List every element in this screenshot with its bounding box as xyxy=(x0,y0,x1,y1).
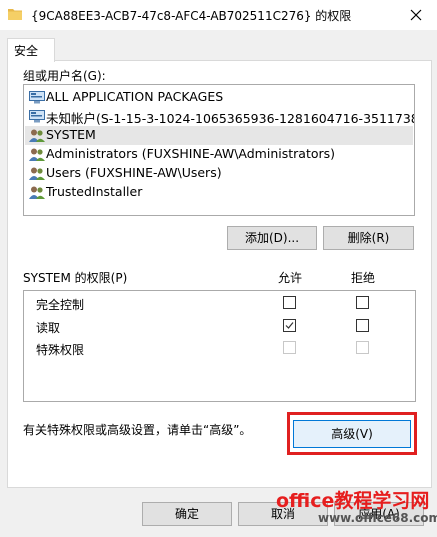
list-item-administrators[interactable]: Administrators (FUXSHINE-AW\Administrato… xyxy=(25,145,413,164)
title-bar: {9CA88EE3-ACB7-47c8-AFC4-AB702511C276} 的… xyxy=(0,0,437,30)
watermark-text: office教程学习网 xyxy=(276,490,430,512)
deny-read-checkbox[interactable] xyxy=(356,319,369,332)
groups-label: 组或用户名(G): xyxy=(23,69,106,83)
list-item-system[interactable]: SYSTEM xyxy=(25,126,413,145)
user-name: 未知帐户(S-1-15-3-1024-1065365936-1281604716… xyxy=(46,111,415,126)
allow-special-checkbox xyxy=(283,341,296,354)
list-item-trustedinstaller[interactable]: TrustedInstaller xyxy=(25,183,413,202)
watermark-url: www.office68.com xyxy=(318,511,437,525)
users-group-icon xyxy=(29,186,45,199)
user-name: Administrators (FUXSHINE-AW\Administrato… xyxy=(46,146,336,161)
ok-button[interactable]: 确定 xyxy=(142,502,232,526)
network-group-icon xyxy=(29,91,45,104)
users-group-icon xyxy=(29,129,45,142)
remove-button[interactable]: 删除(R) xyxy=(323,226,414,250)
user-name: TrustedInstaller xyxy=(46,184,143,199)
user-name: ALL APPLICATION PACKAGES xyxy=(46,89,224,104)
add-button[interactable]: 添加(D)... xyxy=(227,226,317,250)
highlight-frame xyxy=(287,412,417,455)
tab-security[interactable]: 安全 xyxy=(7,38,55,62)
close-button[interactable] xyxy=(404,4,428,26)
checkmark-icon xyxy=(285,322,294,329)
folder-icon xyxy=(8,8,22,20)
allow-read-checkbox[interactable] xyxy=(283,319,296,332)
network-group-icon xyxy=(29,110,45,123)
list-item-unknown-account[interactable]: 未知帐户(S-1-15-3-1024-1065365936-1281604716… xyxy=(25,107,415,126)
window-title: {9CA88EE3-ACB7-47c8-AFC4-AB702511C276} 的… xyxy=(31,9,352,23)
users-group-icon xyxy=(29,167,45,180)
list-item-users[interactable]: Users (FUXSHINE-AW\Users) xyxy=(25,164,413,183)
users-list[interactable]: ALL APPLICATION PACKAGES 未知帐户(S-1-15-3-1… xyxy=(23,84,415,216)
user-name: Users (FUXSHINE-AW\Users) xyxy=(46,165,222,180)
list-item-all-application-packages[interactable]: ALL APPLICATION PACKAGES xyxy=(25,88,413,107)
allow-header: 允许 xyxy=(278,271,303,285)
deny-special-checkbox xyxy=(356,341,369,354)
permission-full-control: 完全控制 xyxy=(36,298,85,312)
allow-full-control-checkbox[interactable] xyxy=(283,296,296,309)
deny-header: 拒绝 xyxy=(351,271,376,285)
permission-read: 读取 xyxy=(36,321,61,335)
permission-special: 特殊权限 xyxy=(36,343,85,357)
user-name: SYSTEM xyxy=(46,127,96,142)
advanced-hint: 有关特殊权限或高级设置，请单击“高级”。 xyxy=(23,423,252,437)
tab-security-label: 安全 xyxy=(14,44,39,58)
deny-full-control-checkbox[interactable] xyxy=(356,296,369,309)
permissions-header: SYSTEM 的权限(P) xyxy=(23,271,128,285)
users-group-icon xyxy=(29,148,45,161)
close-icon xyxy=(410,9,422,21)
